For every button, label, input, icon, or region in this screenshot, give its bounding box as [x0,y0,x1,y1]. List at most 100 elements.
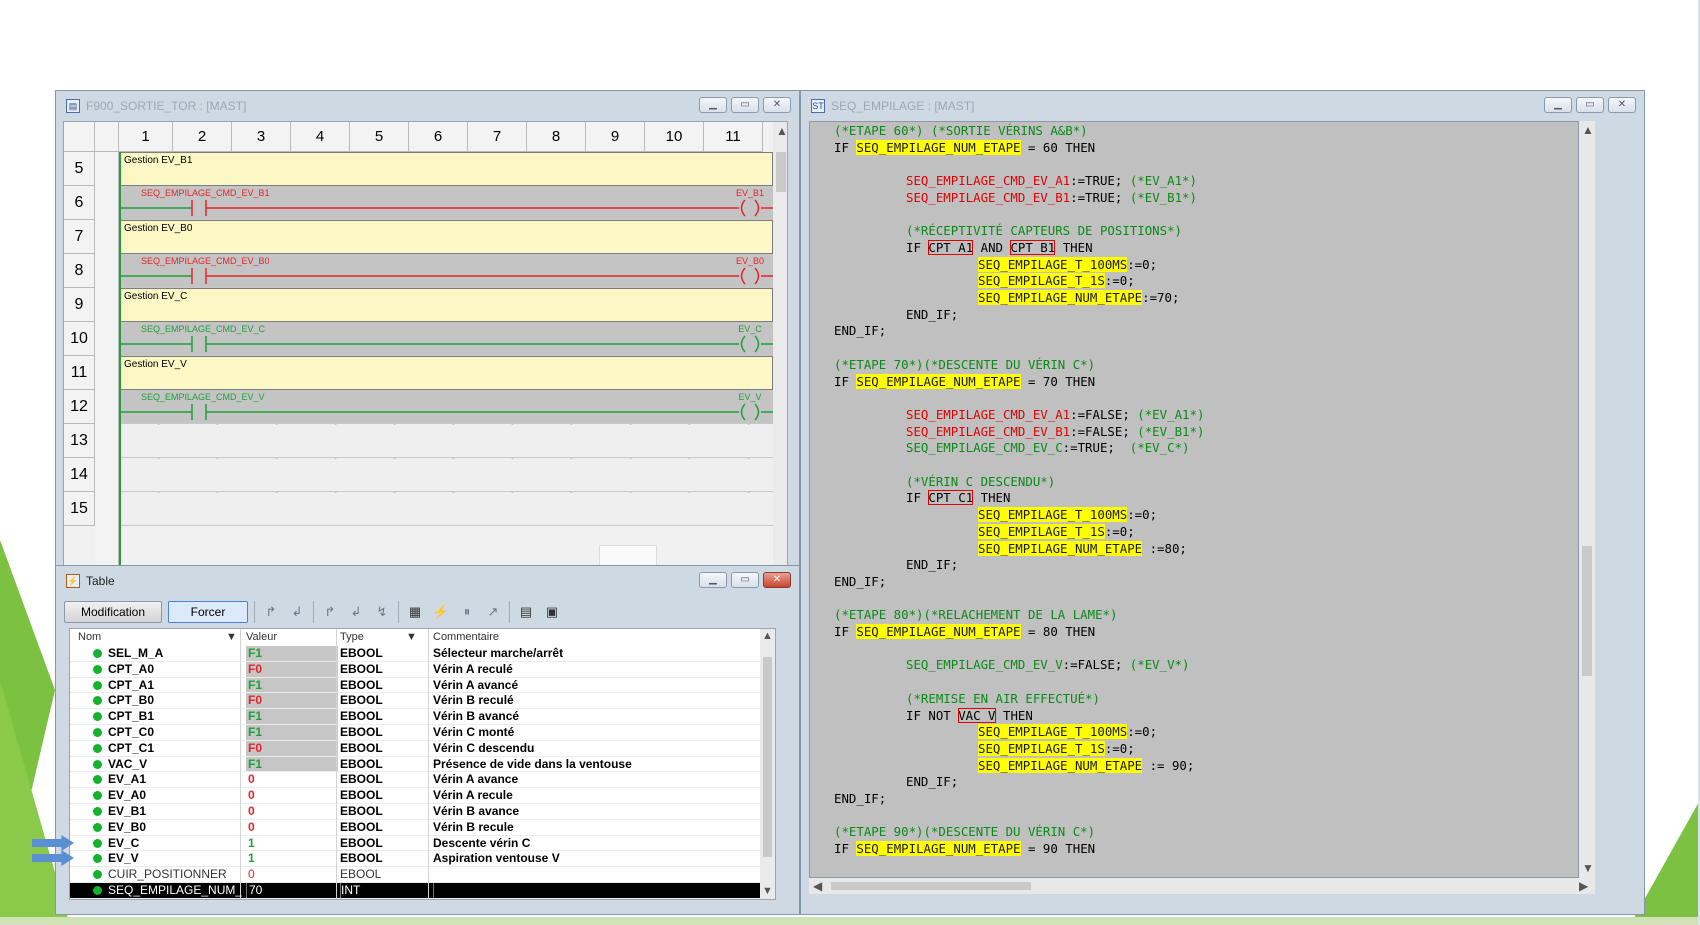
column-header[interactable]: 2 [173,122,232,152]
cell-value[interactable]: F0 [246,661,338,678]
code-titlebar[interactable]: ST SEQ_EMPILAGE : [MAST] ▁ ▭ ✕ [801,91,1644,121]
code-line[interactable]: (*REMISE EN AIR EFFECTUÉ*) [906,691,1100,708]
cell-value[interactable]: 1 [246,851,338,867]
code-line[interactable]: IF SEQ_EMPILAGE_NUM_ETAPE = 80 THEN [834,624,1095,641]
table-row[interactable]: EV_A0 0 EBOOL Vérin A recule [70,788,760,804]
scroll-thumb[interactable] [776,152,786,192]
rung-comment[interactable]: Gestion EV_C [119,288,773,322]
animation-icon[interactable]: ⚡ [431,602,451,622]
table-row[interactable]: CPT_C1 F0 EBOOL Vérin C descendu [70,740,760,757]
cell-value[interactable]: 1 [246,836,338,852]
code-line[interactable]: SEQ_EMPILAGE_T_1S:=0; [978,740,1135,758]
table-titlebar[interactable]: ⚡ Table ▁ ▭ ✕ [56,566,799,596]
maximize-icon[interactable]: ▭ [1576,97,1604,113]
cell-value[interactable]: 0 [246,867,338,883]
row-header[interactable]: 6 [64,186,95,220]
row-header[interactable]: 11 [64,356,95,390]
row-header[interactable]: 10 [64,322,95,356]
table-vertical-scrollbar[interactable]: ▲ ▼ [760,629,775,899]
code-line[interactable]: SEQ_EMPILAGE_T_1S:=0; [978,273,1135,290]
table-row[interactable]: SEQ_EMPILAGE_NUM_... 70 INT [70,883,760,899]
column-header[interactable]: 7 [468,122,527,152]
row-header[interactable]: 13 [64,424,95,458]
header-type[interactable]: Type ▼ [340,629,420,646]
maximize-icon[interactable]: ▭ [731,97,759,113]
code-line[interactable]: END_IF; [834,323,886,340]
header-value[interactable]: Valeur [246,629,277,646]
table-row[interactable]: CPT_A1 F1 EBOOL Vérin A avancé [70,677,760,694]
ladder-rung[interactable]: SEQ_EMPILAGE_CMD_EV_V EV_V [119,390,773,424]
sort-dropdown-icon[interactable]: ▼ [226,629,237,646]
table-row[interactable]: CPT_A0 F0 EBOOL Vérin A reculé [70,661,760,678]
code-line[interactable]: SEQ_EMPILAGE_CMD_EV_V:=FALSE; (*EV_V*) [906,657,1189,674]
code-line[interactable]: (*RÉCEPTIVITÉ CAPTEURS DE POSITIONS*) [906,223,1182,240]
row-header[interactable]: 7 [64,220,95,254]
cell-value[interactable]: 0 [246,788,338,804]
code-line[interactable]: (*ETAPE 70*)(*DESCENTE DU VÉRIN C*) [834,357,1095,374]
ladder-rung[interactable]: SEQ_EMPILAGE_CMD_EV_B0 EV_B0 [119,254,773,288]
code-line[interactable]: END_IF; [906,307,958,324]
minimize-icon[interactable]: ▁ [699,572,727,588]
ladder-rung[interactable]: SEQ_EMPILAGE_CMD_EV_C EV_C [119,322,773,356]
column-header[interactable]: 4 [291,122,350,152]
column-header[interactable]: 10 [645,122,704,152]
cell-value[interactable]: 0 [246,804,338,820]
table-row[interactable]: VAC_V F1 EBOOL Présence de vide dans la ven… [70,756,760,773]
rung-comment[interactable]: Gestion EV_B0 [119,220,773,254]
type-dropdown-icon[interactable]: ▼ [406,629,417,646]
st-code-editor[interactable]: (*ETAPE 60*) (*SORTIE VÉRINS A&B*) IF SEQ… [809,121,1579,878]
code-line[interactable]: SEQ_EMPILAGE_CMD_EV_A1:=FALSE; (*EV_A1*) [906,407,1204,424]
column-header[interactable]: 11 [704,122,763,152]
scroll-down-icon[interactable]: ▼ [1582,861,1594,875]
code-line[interactable]: IF CPT_C1 THEN [906,490,1010,507]
code-line[interactable]: END_IF; [834,574,886,591]
code-line[interactable]: SEQ_EMPILAGE_T_1S:=0; [978,523,1135,541]
cell-value[interactable]: F0 [246,740,338,757]
table-row[interactable]: SEL_M_A F1 EBOOL Sélecteur marche/arrêt [70,646,760,662]
properties-icon[interactable]: ▣ [542,602,562,622]
ladder-vertical-scrollbar[interactable]: ▲ ▼ [773,122,787,632]
code-line[interactable]: SEQ_EMPILAGE_NUM_ETAPE :=80; [978,540,1187,558]
column-header[interactable]: 3 [232,122,291,152]
table-row[interactable]: CPT_C0 F1 EBOOL Vérin C monté [70,725,760,741]
code-line[interactable]: SEQ_EMPILAGE_CMD_EV_C:=TRUE; (*EV_C*) [906,440,1189,457]
grid-icon[interactable]: ▦ [405,602,425,622]
column-header[interactable]: 5 [350,122,409,152]
code-line[interactable]: (*ETAPE 90*)(*DESCENTE DU VÉRIN C*) [834,824,1095,841]
close-icon[interactable]: ✕ [763,97,791,113]
unforce-icon[interactable]: ↯ [372,602,392,622]
code-line[interactable]: IF NOT VAC_V THEN [906,707,1033,725]
cell-value[interactable]: F1 [246,709,338,725]
force-false-icon[interactable]: ↲ [287,602,307,622]
table-row[interactable]: EV_A1 0 EBOOL Vérin A avance [70,772,760,788]
code-line[interactable]: (*ETAPE 60*) (*SORTIE VÉRINS A&B*) [834,123,1088,140]
ladder-rung[interactable]: SEQ_EMPILAGE_CMD_EV_B1 EV_B1 [119,186,773,220]
code-horizontal-scrollbar[interactable]: ◀ ▶ [809,878,1595,894]
row-header[interactable]: 5 [64,152,95,186]
display-format-icon[interactable]: ▤ [516,602,536,622]
column-header[interactable]: 9 [586,122,645,152]
scroll-up-icon[interactable]: ▲ [762,630,773,642]
rung-comment[interactable]: Gestion EV_B1 [119,152,773,186]
set-icon[interactable]: ↱ [320,602,340,622]
code-line[interactable]: END_IF; [906,557,958,574]
header-name[interactable]: Nom ▼ [78,629,238,646]
reset-icon[interactable]: ↲ [346,602,366,622]
cell-value[interactable]: F1 [246,725,338,741]
cell-value[interactable]: F1 [246,646,338,662]
empty-rung[interactable] [119,458,773,492]
row-header[interactable]: 15 [64,492,95,526]
table-row[interactable]: CUIR_POSITIONNER 0 EBOOL [70,867,760,883]
cell-value[interactable]: 0 [246,772,338,788]
row-header[interactable]: 9 [64,288,95,322]
code-line[interactable]: IF SEQ_EMPILAGE_NUM_ETAPE = 90 THEN [834,841,1095,858]
code-line[interactable]: IF CPT_A1 AND CPT_B1 THEN [906,239,1093,257]
code-vertical-scrollbar[interactable]: ▲ ▼ [1579,121,1595,878]
scroll-up-icon[interactable]: ▲ [776,124,787,138]
forcer-button[interactable]: Forcer [168,601,248,623]
trend-icon[interactable]: ↗ [483,602,503,622]
table-row[interactable]: EV_V 1 EBOOL Aspiration ventouse V [70,851,760,867]
row-header[interactable]: 12 [64,390,95,424]
code-line[interactable]: END_IF; [834,791,886,808]
table-row[interactable]: EV_C 1 EBOOL Descente vérin C [70,836,760,852]
